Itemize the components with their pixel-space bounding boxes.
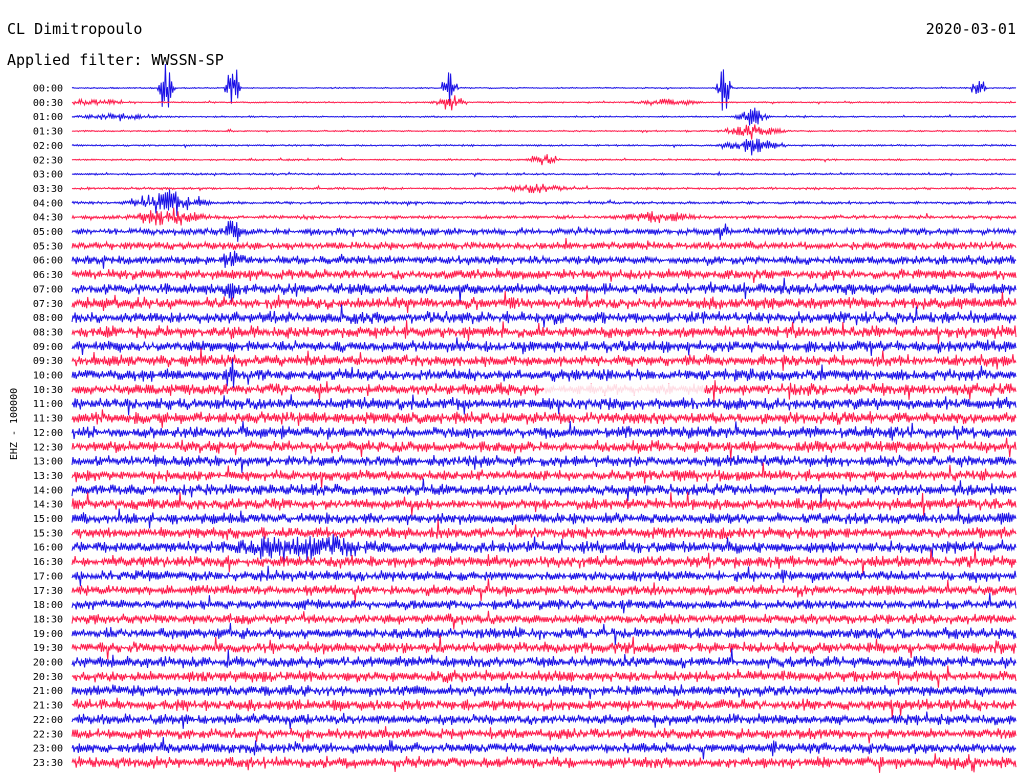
traces xyxy=(71,63,1017,773)
trace-row-0030 xyxy=(71,95,1017,111)
trace-row-0100 xyxy=(71,107,1017,126)
row-label: 21:00 xyxy=(33,686,63,697)
row-label: 04:30 xyxy=(33,213,63,224)
trace-row-1230 xyxy=(71,437,1017,460)
trace-row-1930 xyxy=(71,635,1017,660)
trace-row-0700 xyxy=(71,277,1017,303)
trace-row-0200 xyxy=(71,138,1017,156)
row-label: 06:30 xyxy=(33,270,63,281)
trace-row-1430 xyxy=(71,491,1017,517)
row-label: 23:30 xyxy=(33,758,63,769)
row-label: 22:00 xyxy=(33,715,63,726)
row-label: 11:30 xyxy=(33,414,63,425)
row-label: 02:30 xyxy=(33,155,63,166)
trace-row-1600 xyxy=(71,534,1017,563)
trace-row-0530 xyxy=(71,238,1017,252)
trace-row-2200 xyxy=(71,711,1017,729)
row-label: 09:30 xyxy=(33,356,63,367)
row-label: 20:00 xyxy=(33,658,63,669)
row-label: 08:30 xyxy=(33,327,63,338)
trace-row-2300 xyxy=(71,736,1017,760)
row-label: 18:30 xyxy=(33,614,63,625)
trace-row-0430 xyxy=(71,207,1017,226)
trace-row-1300 xyxy=(71,454,1017,473)
trace-row-0900 xyxy=(71,337,1017,356)
row-label: 16:30 xyxy=(33,557,63,568)
row-label: 17:30 xyxy=(33,586,63,597)
row-label: 09:00 xyxy=(33,342,63,353)
gap-row-1030 xyxy=(544,383,705,396)
trace-row-0800 xyxy=(71,304,1017,328)
trace-row-2130 xyxy=(71,697,1017,719)
row-label: 19:30 xyxy=(33,643,63,654)
trace-row-0130 xyxy=(71,124,1017,140)
trace-row-0230 xyxy=(71,154,1017,166)
trace-row-2330 xyxy=(71,753,1017,773)
trace-row-0000 xyxy=(71,63,1017,111)
row-label: 15:30 xyxy=(33,528,63,539)
row-label: 00:00 xyxy=(33,84,63,95)
row-label: 13:00 xyxy=(33,457,63,468)
row-label: 07:00 xyxy=(33,284,63,295)
row-label: 21:30 xyxy=(33,701,63,712)
row-label: 10:00 xyxy=(33,371,63,382)
trace-row-1630 xyxy=(71,547,1017,576)
trace-row-1900 xyxy=(71,622,1017,646)
trace-row-0500 xyxy=(71,220,1017,242)
row-label: 13:30 xyxy=(33,471,63,482)
row-label: 05:00 xyxy=(33,227,63,238)
trace-row-0330 xyxy=(71,183,1017,194)
trace-row-1800 xyxy=(71,592,1017,614)
row-label: 05:30 xyxy=(33,241,63,252)
row-label: 08:00 xyxy=(33,313,63,324)
trace-row-1200 xyxy=(71,420,1017,441)
y-axis-label: EHZ - 100000 xyxy=(9,388,20,460)
row-label: 16:00 xyxy=(33,543,63,554)
row-label: 04:00 xyxy=(33,198,63,209)
row-label: 14:00 xyxy=(33,485,63,496)
trace-row-1700 xyxy=(71,565,1017,587)
trace-row-0300 xyxy=(71,170,1016,178)
row-label: 18:00 xyxy=(33,600,63,611)
row-label: 12:30 xyxy=(33,442,63,453)
trace-row-0400 xyxy=(71,189,1017,217)
seismogram-plot: EHZ - 100000 00:00 00:30 01:00 01:30 02:00 02:… xyxy=(9,63,1017,773)
row-labels: 00:00 00:30 01:00 01:30 02:00 02:30 03:00 03:30… xyxy=(33,84,63,769)
trace-row-2230 xyxy=(71,726,1017,744)
row-label: 19:00 xyxy=(33,629,63,640)
row-label: 23:00 xyxy=(33,744,63,755)
trace-row-0630 xyxy=(71,267,1017,284)
row-label: 15:00 xyxy=(33,514,63,525)
trace-row-1500 xyxy=(71,506,1017,529)
row-label: 01:30 xyxy=(33,127,63,138)
row-label: 20:30 xyxy=(33,672,63,683)
row-label: 14:30 xyxy=(33,500,63,511)
trace-row-1730 xyxy=(71,578,1017,603)
row-label: 07:30 xyxy=(33,299,63,310)
trace-row-2030 xyxy=(71,665,1017,688)
row-label: 03:00 xyxy=(33,170,63,181)
trace-row-1100 xyxy=(71,394,1017,416)
trace-row-1830 xyxy=(71,610,1017,630)
trace-row-0600 xyxy=(71,250,1017,269)
row-label: 11:00 xyxy=(33,399,63,410)
row-label: 00:30 xyxy=(33,98,63,109)
row-label: 17:00 xyxy=(33,571,63,582)
row-label: 01:00 xyxy=(33,112,63,123)
row-label: 03:30 xyxy=(33,184,63,195)
row-label: 10:30 xyxy=(33,385,63,396)
row-label: 22:30 xyxy=(33,729,63,740)
row-label: 12:00 xyxy=(33,428,63,439)
trace-row-0930 xyxy=(71,347,1017,371)
row-label: 06:00 xyxy=(33,256,63,267)
row-label: 02:00 xyxy=(33,141,63,152)
trace-row-1130 xyxy=(71,409,1017,428)
trace-row-2100 xyxy=(71,683,1017,700)
trace-row-0730 xyxy=(71,289,1017,313)
